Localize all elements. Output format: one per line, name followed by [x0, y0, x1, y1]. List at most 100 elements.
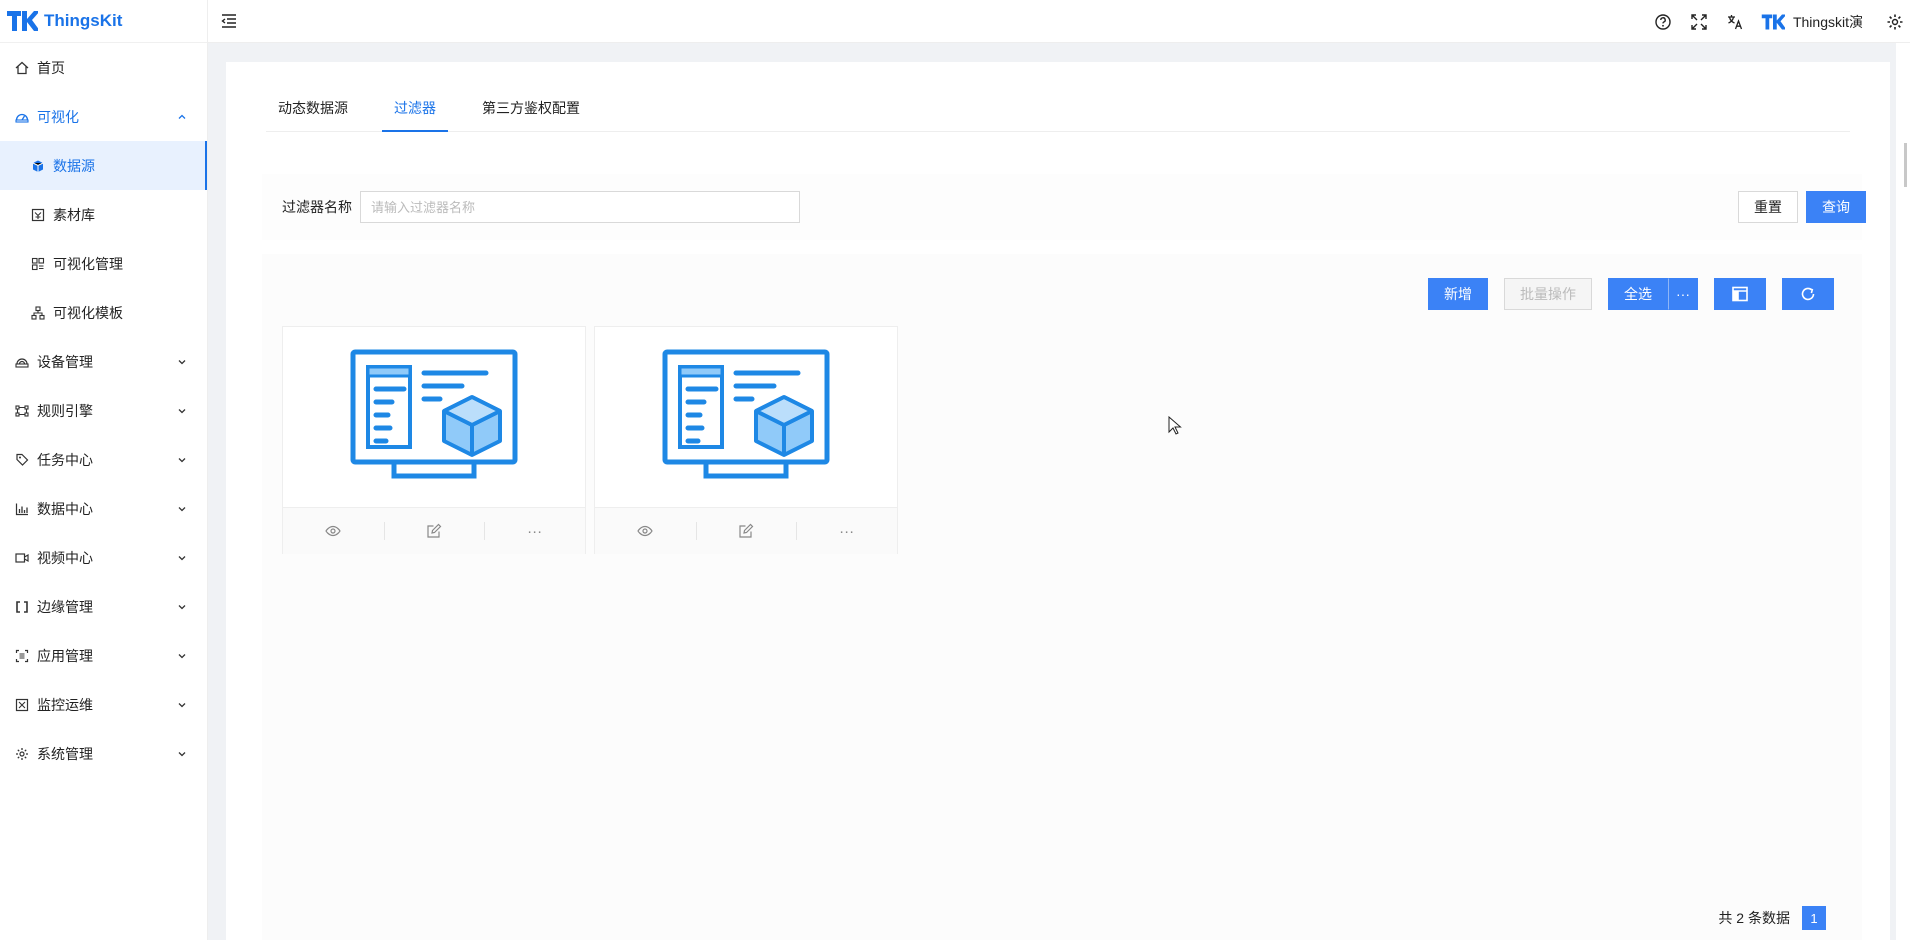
template-icon [30, 305, 46, 321]
edit-icon [739, 523, 754, 538]
sidebar-item-label: 可视化 [37, 108, 79, 125]
sidebar-item-system[interactable]: 系统管理 [0, 729, 207, 778]
reset-button[interactable]: 重置 [1738, 191, 1798, 223]
sidebar-item-visualization[interactable]: 可视化 [0, 92, 207, 141]
mouse-cursor-icon [1168, 416, 1182, 435]
sidebar-item-edge[interactable]: 边缘管理 [0, 582, 207, 631]
chevron-down-icon [178, 653, 186, 658]
edit-icon [427, 523, 442, 538]
sidebar-item-label: 系统管理 [37, 745, 93, 762]
more-actions-button[interactable]: ··· [796, 508, 897, 554]
sidebar-item-label: 视频中心 [37, 549, 93, 566]
sidebar-item-label: 可视化模板 [53, 304, 123, 321]
rule-engine-icon [14, 403, 30, 419]
view-button[interactable] [595, 508, 696, 554]
settings-icon[interactable] [1886, 13, 1904, 31]
sidebar-item-label: 数据源 [53, 157, 95, 174]
chevron-down-icon [178, 702, 186, 707]
video-icon [14, 550, 30, 566]
sidebar-item-video[interactable]: 视频中心 [0, 533, 207, 582]
scrollbar[interactable] [1896, 43, 1910, 940]
sidebar-item-label: 任务中心 [37, 451, 93, 468]
card-actions: ··· [595, 507, 897, 554]
chevron-down-icon [178, 457, 186, 462]
user-menu[interactable]: Thingskit演 [1761, 12, 1863, 32]
dashboard-thumbnail-icon [662, 349, 830, 479]
layout-toggle-button[interactable] [1714, 278, 1766, 310]
filter-name-input[interactable] [360, 191, 800, 223]
sidebar-item-material[interactable]: 素材库 [0, 190, 207, 239]
card-actions: ··· [283, 507, 585, 554]
total-count: 共 2 条数据 [1718, 910, 1790, 926]
home-icon [14, 60, 30, 76]
query-button[interactable]: 查询 [1806, 191, 1866, 223]
filter-card[interactable]: ··· [594, 326, 898, 554]
sidebar-item-label: 应用管理 [37, 647, 93, 664]
logo[interactable]: ThingsKit [0, 0, 207, 43]
tab-bar: 动态数据源 过滤器 第三方鉴权配置 [266, 91, 1850, 132]
select-all-group: 全选 ··· [1608, 278, 1698, 310]
sidebar-item-visual-template[interactable]: 可视化模板 [0, 288, 207, 337]
chevron-down-icon [178, 506, 186, 511]
select-all-button[interactable]: 全选 [1608, 278, 1668, 310]
sidebar-item-home[interactable]: 首页 [0, 43, 207, 92]
card-thumbnail[interactable] [283, 327, 585, 507]
select-more-button[interactable]: ··· [1668, 278, 1698, 310]
sidebar-item-label: 设备管理 [37, 353, 93, 370]
refresh-icon [1801, 287, 1815, 301]
edge-icon [14, 599, 30, 615]
edit-button[interactable] [383, 508, 485, 554]
sidebar-item-label: 素材库 [53, 206, 95, 223]
task-icon [14, 452, 30, 468]
card-thumbnail[interactable] [595, 327, 897, 507]
device-icon [14, 354, 30, 370]
filter-card[interactable]: ··· [282, 326, 586, 554]
layout-icon [1732, 286, 1748, 302]
chevron-down-icon [178, 751, 186, 756]
username: Thingskit演 [1792, 13, 1863, 30]
edit-button[interactable] [695, 508, 797, 554]
fullscreen-icon[interactable] [1690, 13, 1708, 31]
pagination: 共 2 条数据 1 [1718, 906, 1826, 930]
menu-fold-icon[interactable] [220, 12, 238, 30]
sidebar-item-datasource[interactable]: 数据源 [0, 141, 207, 190]
sidebar-item-visual-manage[interactable]: 可视化管理 [0, 239, 207, 288]
sidebar-item-label: 数据中心 [37, 500, 93, 517]
help-icon[interactable] [1654, 13, 1672, 31]
page-1-button[interactable]: 1 [1802, 906, 1826, 930]
dashboard-icon [14, 109, 30, 125]
refresh-button[interactable] [1782, 278, 1834, 310]
tab-third-party-auth[interactable]: 第三方鉴权配置 [470, 91, 592, 131]
sidebar-item-monitor[interactable]: 监控运维 [0, 680, 207, 729]
filter-name-label: 过滤器名称 [282, 199, 352, 215]
more-actions-button[interactable]: ··· [484, 508, 585, 554]
sidebar-item-device[interactable]: 设备管理 [0, 337, 207, 386]
header: Thingskit演 [208, 0, 1910, 43]
translate-icon[interactable] [1726, 13, 1744, 31]
view-button[interactable] [283, 508, 384, 554]
scrollbar-thumb[interactable] [1904, 143, 1907, 187]
add-button[interactable]: 新增 [1428, 278, 1488, 310]
sidebar-item-label: 规则引擎 [37, 402, 93, 419]
eye-icon [325, 525, 342, 537]
sidebar-item-rule-engine[interactable]: 规则引擎 [0, 386, 207, 435]
sidebar-item-app[interactable]: 应用管理 [0, 631, 207, 680]
material-icon [30, 207, 46, 223]
sidebar-item-label: 可视化管理 [53, 255, 123, 272]
cards-grid: ··· ··· [282, 326, 906, 554]
card-list: 新增 批量操作 全选 ··· ··· ··· 共 2 条数据 1 [262, 254, 1862, 940]
sidebar-item-data-center[interactable]: 数据中心 [0, 484, 207, 533]
chevron-down-icon [178, 359, 186, 364]
chart-icon [14, 501, 30, 517]
sidebar-menu: 首页 可视化 数据源 素材库 可视化管理 可视化模板 设备管理 规则引擎 任务中… [0, 43, 207, 778]
batch-operation-button[interactable]: 批量操作 [1504, 278, 1592, 310]
tab-filter[interactable]: 过滤器 [382, 91, 448, 132]
sidebar: ThingsKit 首页 可视化 数据源 素材库 可视化管理 可视化模板 设备管… [0, 0, 208, 940]
list-toolbar: 新增 批量操作 全选 ··· [1412, 278, 1834, 310]
sidebar-item-label: 边缘管理 [37, 598, 93, 615]
tab-dynamic-datasource[interactable]: 动态数据源 [266, 91, 360, 131]
sidebar-item-task[interactable]: 任务中心 [0, 435, 207, 484]
dashboard-thumbnail-icon [350, 349, 518, 479]
sidebar-item-label: 监控运维 [37, 696, 93, 713]
logo-text: ThingsKit [44, 11, 123, 30]
